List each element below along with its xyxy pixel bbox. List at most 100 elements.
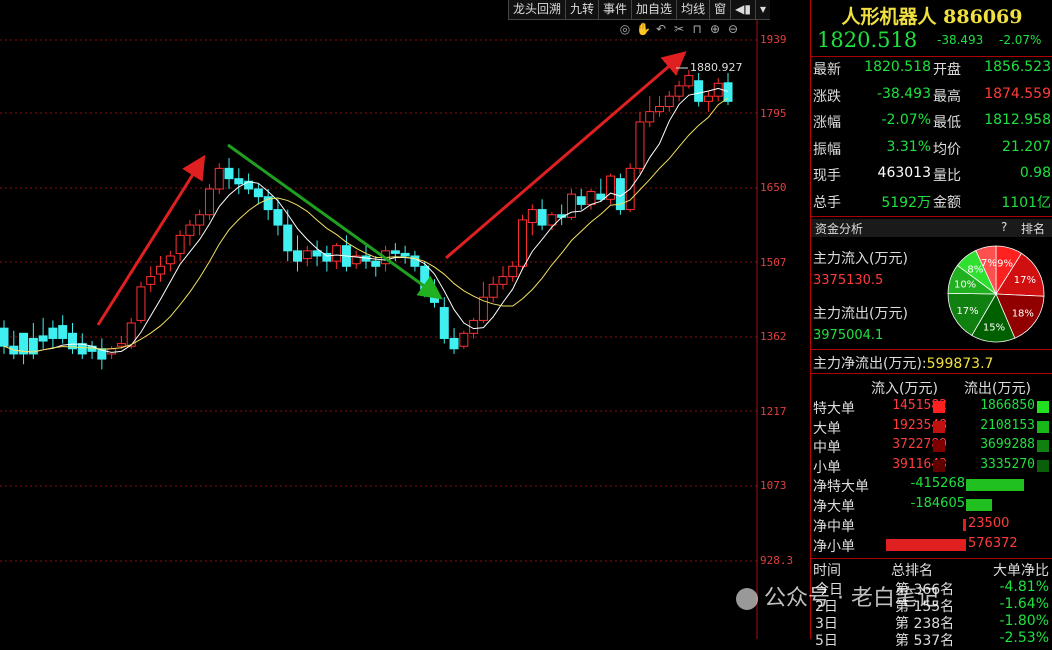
kline-chart[interactable] [0,0,810,639]
rank-button[interactable]: 排名 [1021,220,1045,237]
max-price-label: 1880.927 [690,61,743,74]
net-row-value: 23500 [968,516,1010,531]
tb-ma-button[interactable]: 均线 [676,0,709,19]
net-row-bar [966,499,992,511]
quote-row: 现手 463013 量比 0.98 [811,165,1052,191]
net-outflow-label: 主力净流出(万元): [813,356,927,372]
tb-jiuzhuan-button[interactable]: 九转 [565,0,598,19]
candle-body [175,234,185,254]
quote-row: 最新 1820.518 开盘 1856.523 [811,59,1052,85]
quote-value: 21.207 [1002,138,1051,155]
candle-body [0,327,9,347]
candle-body [204,188,214,216]
rank-head-rank: 总排名 [891,563,933,579]
stock-price: 1820.518 [817,28,918,52]
candle-body [537,209,547,226]
undo-icon[interactable]: ↶ [654,22,668,36]
candle-body [664,95,674,107]
outflow-value: 3975004.1 [813,328,884,343]
candle-body [674,85,684,97]
tb-sound-button[interactable]: ◀▮ [730,0,755,19]
y-axis-label: 1362 [760,330,787,343]
net-row-bar [966,479,1024,491]
candle-body [322,252,332,262]
zoom-out-icon[interactable]: ⊖ [726,22,740,36]
candle-body [645,111,655,123]
wechat-icon [736,588,758,610]
hand-icon[interactable]: ✋ [636,22,651,36]
flow-row-label: 特大单 [813,401,855,417]
pie-label: 9% [997,259,1013,270]
flow-row-label: 小单 [813,459,841,476]
quote-label: 现手 [813,168,841,185]
candle-body [48,327,58,339]
y-axis-label: 1507 [760,256,787,269]
rank-ratio: -4.81% [999,579,1049,595]
candle-body [694,80,704,102]
candle-body [488,283,498,298]
rank-head-ratio: 大单净比 [993,563,1049,579]
stock-name: 人形机器人 [841,6,937,28]
lock-icon[interactable]: ⊓ [690,22,704,36]
quote-label: 振幅 [813,141,841,158]
candle-body [390,250,400,254]
cut-icon[interactable]: ✂ [672,22,686,36]
flow-row: 大单 1923548 2108153 [811,418,1052,437]
net-row: 净特大单 -415268 [811,476,1052,495]
y-axis-label: 1650 [760,181,787,194]
candle-body [185,224,195,236]
tb-longtou-button[interactable]: 龙头回溯 [508,0,565,19]
flow-in-swatch [933,440,945,452]
quote-value: 1812.958 [984,112,1051,129]
quote-label: 量比 [933,168,961,185]
candle-body [518,219,528,267]
candle-body [371,260,381,267]
tb-add-watch-button[interactable]: 加自选 [631,0,676,19]
flow-out-swatch [1037,420,1049,433]
quote-row: 总手 5192万 金额 1101亿 [811,192,1052,218]
tb-event-button[interactable]: 事件 [598,0,631,19]
watermark-text: 公众号 · 老白笔记 [764,586,939,611]
quote-label: 开盘 [933,62,961,78]
candle-body [527,209,537,223]
candle-body [165,255,175,265]
zoom-in-icon[interactable]: ⊕ [708,22,722,36]
candle-body [146,276,156,285]
quote-value: 1874.559 [984,85,1051,102]
candle-body [253,188,263,198]
candle-body [459,332,469,347]
trend-down-arrow [227,143,443,300]
fund-pie-chart: 9%17%18%15%17%10%8%7% [947,245,1045,343]
y-axis-label: 1795 [760,107,787,120]
quote-label: 涨幅 [813,115,841,132]
chart-tools: ◎ ✋ ↶ ✂ ⊓ ⊕ ⊖ [618,22,740,36]
chart-toolbar: 龙头回溯 九转 事件 加自选 均线 窗 ◀▮ ▾ [508,0,770,20]
flow-row-label: 大单 [813,420,841,437]
candle-body [439,307,449,339]
candle-body [684,75,694,87]
candle-body [273,209,283,226]
y-axis-label: 928.3 [760,554,794,567]
quote-label: 金额 [933,195,961,211]
candle-body [234,178,244,185]
pie-label: 7% [981,258,997,269]
flow-out-value: 1866850 [980,398,1035,413]
eye-icon[interactable]: ◎ [618,22,632,36]
net-row: 净大单 -184605 [811,496,1052,515]
kline-chart-area[interactable]: 龙头回溯 九转 事件 加自选 均线 窗 ◀▮ ▾ ◎ ✋ ↶ ✂ ⊓ ⊕ ⊖ 1… [0,0,810,639]
rank-head-time: 时间 [813,563,841,579]
inflow-label: 主力流入(万元) [813,251,908,267]
quote-row: 涨跌 -38.493 最高 1874.559 [811,86,1052,112]
tb-dropdown-button[interactable]: ▾ [754,0,770,19]
help-button[interactable]: ? [1001,220,1007,234]
stock-change: -38.493 [937,33,984,47]
rank-value: 第 537名 [895,633,955,649]
tb-window-button[interactable]: 窗 [709,0,730,19]
flow-in-swatch [933,420,945,433]
flow-in-swatch [933,459,945,472]
pie-label: 17% [956,306,978,317]
quote-value: 1856.523 [984,59,1051,75]
quote-label: 最高 [933,88,961,105]
candle-body [38,335,48,342]
candle-body [116,343,126,347]
